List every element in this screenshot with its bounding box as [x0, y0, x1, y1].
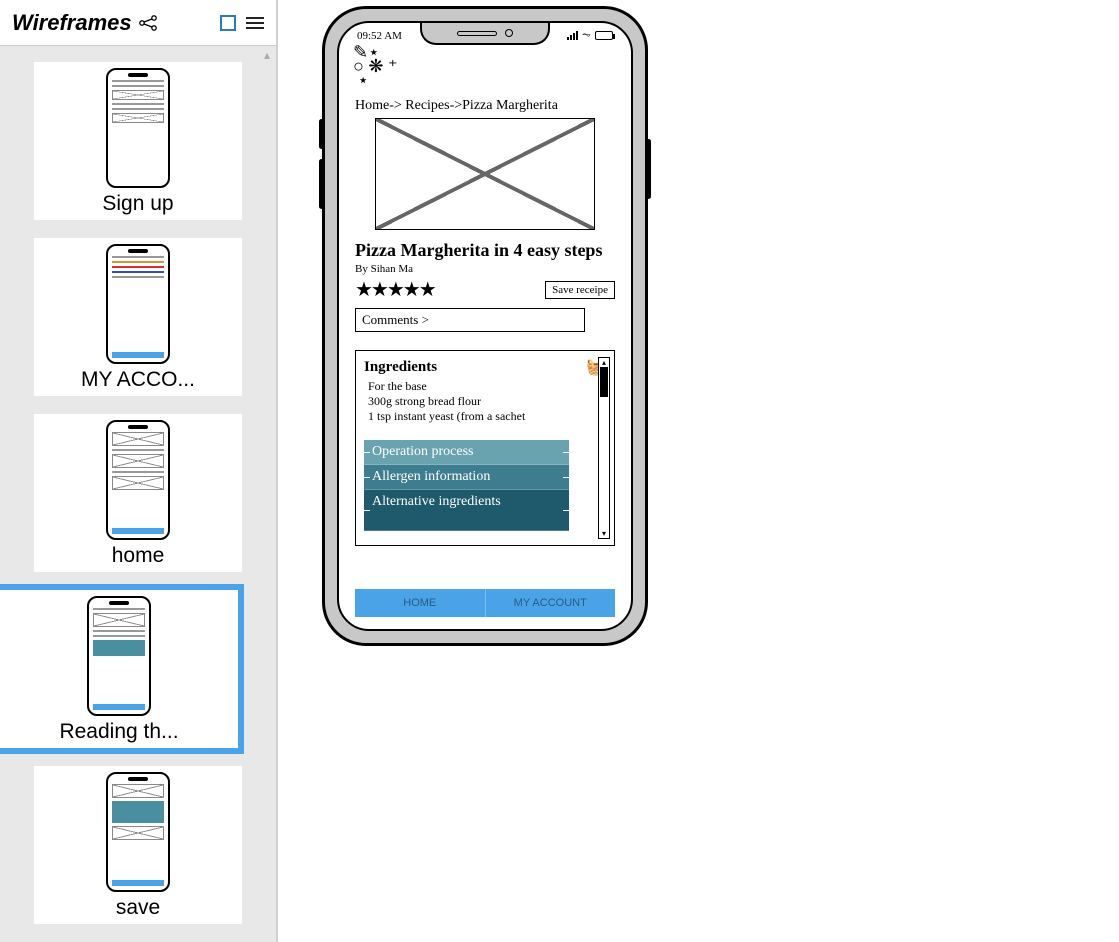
phone-volume-down [319, 159, 324, 209]
comments-button[interactable]: Comments > [355, 308, 585, 332]
phone-screen: 09:52 AM ⏦ ✎⋆○ ❋ ⁺ ⋆ Home-> Recipes->Piz… [337, 21, 633, 631]
wireframe-thumb-list[interactable]: Sign up MY ACCO... [0, 46, 276, 942]
accordion-allergen-info[interactable]: Allergen information [364, 465, 569, 490]
phone-volume-up [319, 119, 324, 149]
nav-my-account[interactable]: MY ACCOUNT [485, 589, 616, 617]
recipe-image-placeholder [375, 118, 595, 230]
thumb-label: Reading th... [6, 720, 232, 744]
ingredients-body: For the base 300g strong bread flour 1 t… [364, 377, 606, 430]
ingredient-line: 1 tsp instant yeast (from a sachet [368, 409, 602, 424]
phone-power-button [646, 139, 651, 199]
ingredient-line: 300g strong bread flour [368, 394, 602, 409]
accordion-alternative-ingredients[interactable]: Alternative ingredients [364, 490, 569, 531]
app-logo-icon: ✎⋆○ ❋ ⁺ ⋆ [353, 45, 397, 87]
nav-home[interactable]: HOME [355, 589, 485, 617]
wireframe-thumb-myaccount[interactable]: MY ACCO... [34, 238, 242, 396]
wireframe-thumb-signup[interactable]: Sign up [34, 62, 242, 220]
phone-mockup-frame: 09:52 AM ⏦ ✎⋆○ ❋ ⁺ ⋆ Home-> Recipes->Piz… [322, 6, 648, 646]
save-recipe-button[interactable]: Save receipe [545, 281, 615, 299]
sidebar-title: Wireframes [12, 10, 160, 36]
wireframe-thumb-save[interactable]: save [34, 766, 242, 924]
wireframe-thumb-home[interactable]: home [34, 414, 242, 572]
ingredients-scrollbar[interactable]: ▴ ▾ [598, 357, 610, 539]
ingredient-line: For the base [368, 379, 602, 394]
scroll-up-icon[interactable]: ▴ [599, 358, 609, 367]
hamburger-icon[interactable] [246, 17, 264, 29]
scroll-down-icon[interactable]: ▾ [599, 529, 609, 538]
breadcrumb[interactable]: Home-> Recipes->Pizza Margherita [355, 98, 615, 114]
ingredients-panel: Ingredients 🧺 For the base 300g strong b… [355, 350, 615, 546]
sidebar-title-text: Wireframes [12, 10, 132, 36]
accordion-operation-process[interactable]: Operation process [364, 440, 569, 465]
recipe-author: By Sihan Ma [355, 263, 615, 275]
wireframe-thumb-reading[interactable]: Reading th... [0, 590, 238, 748]
thumb-label: Sign up [40, 192, 236, 216]
phone-notch [420, 23, 550, 45]
battery-icon [595, 31, 613, 40]
wifi-icon: ⏦ [582, 29, 591, 42]
thumb-label: save [40, 896, 236, 920]
share-icon [138, 14, 160, 32]
rating-stars[interactable]: ★★★★★ [355, 277, 435, 302]
bottom-nav: HOME MY ACCOUNT [355, 589, 615, 617]
status-time: 09:52 AM [357, 30, 402, 42]
signal-icon [567, 31, 578, 40]
design-canvas[interactable]: 09:52 AM ⏦ ✎⋆○ ❋ ⁺ ⋆ Home-> Recipes->Piz… [278, 0, 1119, 942]
recipe-accordion: Operation process Allergen information A… [364, 440, 569, 531]
thumb-label: home [40, 544, 236, 568]
sidebar-header: Wireframes [0, 0, 276, 46]
maximize-icon[interactable] [220, 15, 236, 31]
ingredients-title: Ingredients [364, 359, 437, 376]
camera-icon [505, 29, 513, 37]
sidebar-header-icons [220, 15, 264, 31]
thumb-label: MY ACCO... [40, 368, 236, 392]
recipe-title: Pizza Margherita in 4 easy steps [355, 240, 615, 261]
speaker-icon [457, 31, 497, 36]
wireframes-sidebar: Wireframes ▴ [0, 0, 278, 942]
